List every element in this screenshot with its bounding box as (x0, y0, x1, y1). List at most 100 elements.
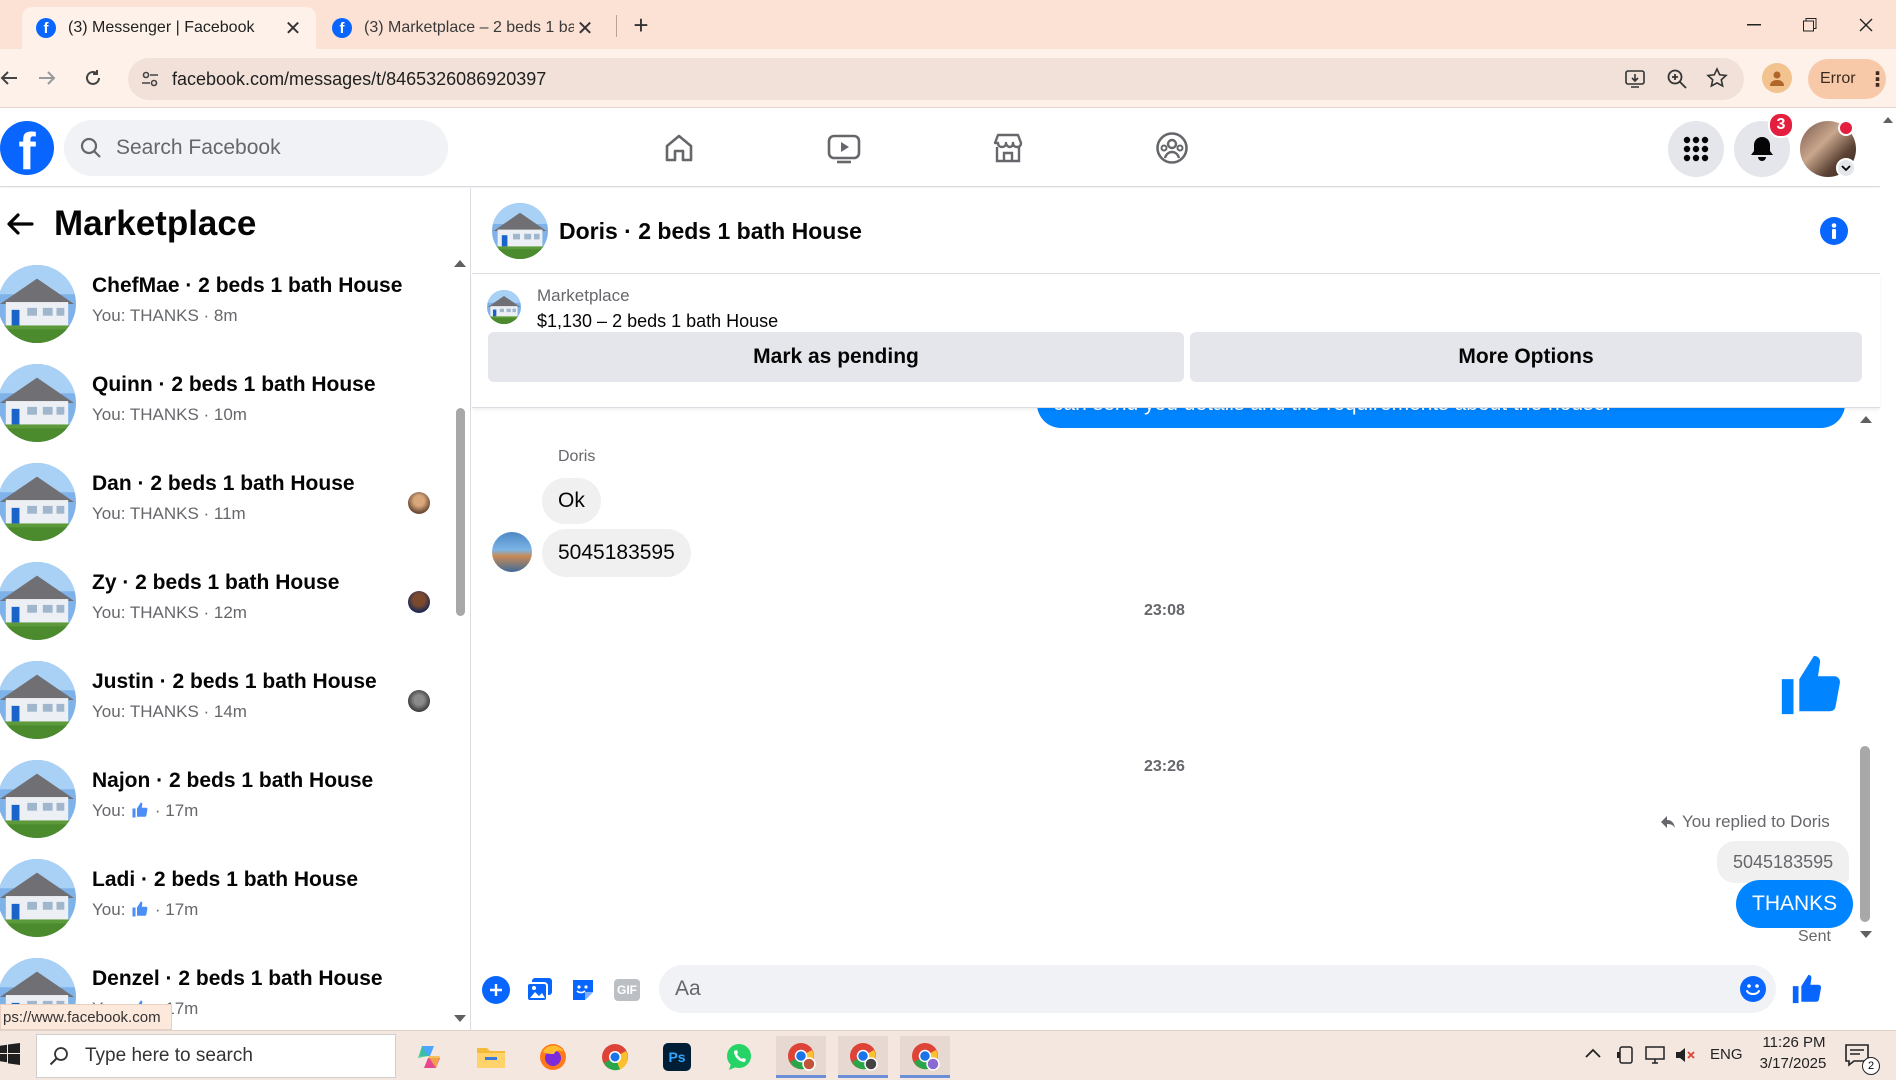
minimize-icon[interactable] (1726, 0, 1782, 49)
listing-title[interactable]: $1,130 – 2 beds 1 bath House (537, 311, 778, 332)
network-icon[interactable] (1644, 1045, 1666, 1065)
send-like-icon[interactable] (1790, 972, 1824, 1006)
clock-time[interactable]: 11:26 PM (1758, 1034, 1830, 1051)
chrome-profile-1-icon[interactable] (776, 1036, 826, 1078)
install-app-icon[interactable] (1624, 68, 1646, 90)
facebook-search-input[interactable] (114, 135, 414, 161)
video-nav-icon[interactable] (814, 125, 874, 171)
groups-nav-icon[interactable] (1142, 125, 1202, 171)
taskbar-search-box[interactable] (36, 1034, 396, 1078)
chat-list-scrollbar-thumb[interactable] (456, 408, 465, 616)
error-label: Error (1820, 70, 1856, 87)
scroll-up-arrow-icon[interactable] (1859, 414, 1873, 424)
language-indicator[interactable]: ENG (1710, 1046, 1743, 1063)
chat-name: ChefMae · 2 beds 1 bath House (92, 274, 403, 297)
chat-item[interactable]: Zy · 2 beds 1 bath House You: THANKS · 1… (0, 553, 455, 649)
back-icon[interactable] (0, 61, 26, 95)
site-info-icon[interactable] (140, 69, 160, 89)
close-tab-icon[interactable]: ✕ (574, 17, 596, 40)
message-input[interactable] (673, 973, 1673, 1005)
home-nav-icon[interactable] (649, 125, 709, 171)
sticker-icon[interactable] (570, 977, 596, 1003)
status-bar-url: ps://www.facebook.com (0, 1004, 172, 1030)
gif-icon[interactable]: GIF (614, 979, 640, 1001)
chat-item[interactable]: Ladi · 2 beds 1 bath House You: · 17m (0, 850, 455, 946)
chat-item[interactable]: Justin · 2 beds 1 bath House You: THANKS… (0, 652, 455, 748)
seen-avatar (408, 492, 430, 514)
facebook-search-box[interactable] (64, 120, 448, 176)
marketplace-nav-icon[interactable] (978, 125, 1038, 171)
scroll-up-arrow-icon[interactable] (453, 258, 467, 268)
chat-item[interactable]: ChefMae · 2 beds 1 bath House You: THANK… (0, 256, 455, 352)
conversation-title[interactable]: Doris · 2 beds 1 bath House (559, 218, 862, 245)
more-options-button[interactable]: More Options (1190, 332, 1862, 382)
chat-item[interactable]: Quinn · 2 beds 1 bath House You: THANKS … (0, 355, 455, 451)
close-window-icon[interactable] (1838, 0, 1894, 49)
conversation-scrollbar-thumb[interactable] (1860, 746, 1870, 922)
zoom-icon[interactable] (1666, 68, 1688, 90)
profile-error-button[interactable]: Error ⋮ (1808, 59, 1888, 99)
chat-name: Dan · 2 beds 1 bath House (92, 472, 355, 495)
message-composer[interactable] (659, 965, 1776, 1013)
chat-item[interactable]: Najon · 2 beds 1 bath House You: · 17m (0, 751, 455, 847)
taskbar-search-input[interactable] (83, 1044, 383, 1068)
attach-photo-icon[interactable] (526, 977, 554, 1003)
tab-marketplace[interactable]: f (3) Marketplace – 2 beds 1 bath House … (318, 7, 608, 49)
panel-title: Marketplace (54, 204, 257, 243)
mark-as-pending-button[interactable]: Mark as pending (488, 332, 1184, 382)
chat-name: Ladi · 2 beds 1 bath House (92, 868, 359, 891)
back-arrow-icon[interactable] (6, 212, 34, 236)
seen-avatar (408, 690, 430, 712)
house-avatar (0, 760, 76, 838)
photoshop-icon[interactable]: Ps (652, 1036, 702, 1078)
windows-start-icon[interactable] (0, 1043, 20, 1065)
quoted-message[interactable]: 5045183595 (1717, 841, 1850, 883)
tray-chevron-up-icon[interactable] (1584, 1047, 1602, 1059)
copilot-icon[interactable] (404, 1036, 454, 1078)
info-icon[interactable] (1820, 217, 1848, 245)
message-timestamp: 23:08 (1144, 602, 1185, 619)
file-explorer-icon[interactable] (466, 1036, 516, 1078)
restore-icon[interactable] (1782, 0, 1838, 49)
outgoing-message[interactable]: THANKS (1736, 880, 1854, 928)
new-tab-icon[interactable]: + (626, 10, 656, 40)
scroll-down-arrow-icon[interactable] (1859, 930, 1873, 940)
incoming-message[interactable]: 5045183595 (542, 529, 691, 577)
conversation-header: Doris · 2 beds 1 bath House (472, 188, 1880, 274)
house-avatar[interactable] (492, 203, 548, 259)
chrome-profile-2-icon[interactable] (838, 1036, 888, 1078)
chat-name: Justin · 2 beds 1 bath House (92, 670, 377, 693)
incoming-message[interactable]: Ok (542, 478, 601, 524)
facebook-header: f 3 (0, 108, 1880, 187)
volume-muted-icon[interactable] (1674, 1045, 1696, 1065)
close-tab-icon[interactable]: ✕ (282, 17, 304, 40)
tab-messenger[interactable]: f (3) Messenger | Facebook ✕ (22, 7, 316, 49)
sender-avatar[interactable] (492, 532, 532, 572)
reload-icon[interactable] (76, 61, 110, 95)
url-text[interactable]: facebook.com/messages/t/8465326086920397 (172, 69, 546, 90)
facebook-logo-icon[interactable]: f (0, 121, 54, 175)
page-scrollbar[interactable] (1880, 108, 1896, 1030)
preview-prefix: You: (92, 900, 126, 919)
preview-prefix: You: (92, 801, 126, 820)
clock-date[interactable]: 3/17/2025 (1752, 1055, 1834, 1072)
large-like-icon[interactable] (1776, 650, 1846, 720)
scroll-down-arrow-icon[interactable] (453, 1014, 467, 1024)
address-bar[interactable]: facebook.com/messages/t/8465326086920397 (128, 58, 1744, 100)
forward-icon[interactable] (30, 61, 64, 95)
plus-actions-icon[interactable] (482, 976, 510, 1004)
emoji-icon[interactable] (1739, 975, 1767, 1003)
listing-thumbnail[interactable] (487, 290, 521, 324)
profile-icon[interactable] (1762, 63, 1792, 93)
firefox-icon[interactable] (528, 1036, 578, 1078)
bookmark-star-icon[interactable] (1706, 67, 1728, 89)
chat-item[interactable]: Dan · 2 beds 1 bath House You: THANKS · … (0, 454, 455, 550)
menu-grid-icon[interactable] (1668, 121, 1724, 177)
chrome-profile-3-icon[interactable] (900, 1036, 950, 1078)
chevron-down-icon[interactable] (1836, 158, 1856, 178)
reply-label: You replied to Doris (1682, 812, 1830, 831)
kebab-menu-icon[interactable]: ⋮ (1868, 67, 1888, 92)
whatsapp-icon[interactable] (714, 1036, 764, 1078)
tray-device-icon[interactable] (1616, 1045, 1636, 1065)
chrome-icon[interactable] (590, 1036, 640, 1078)
